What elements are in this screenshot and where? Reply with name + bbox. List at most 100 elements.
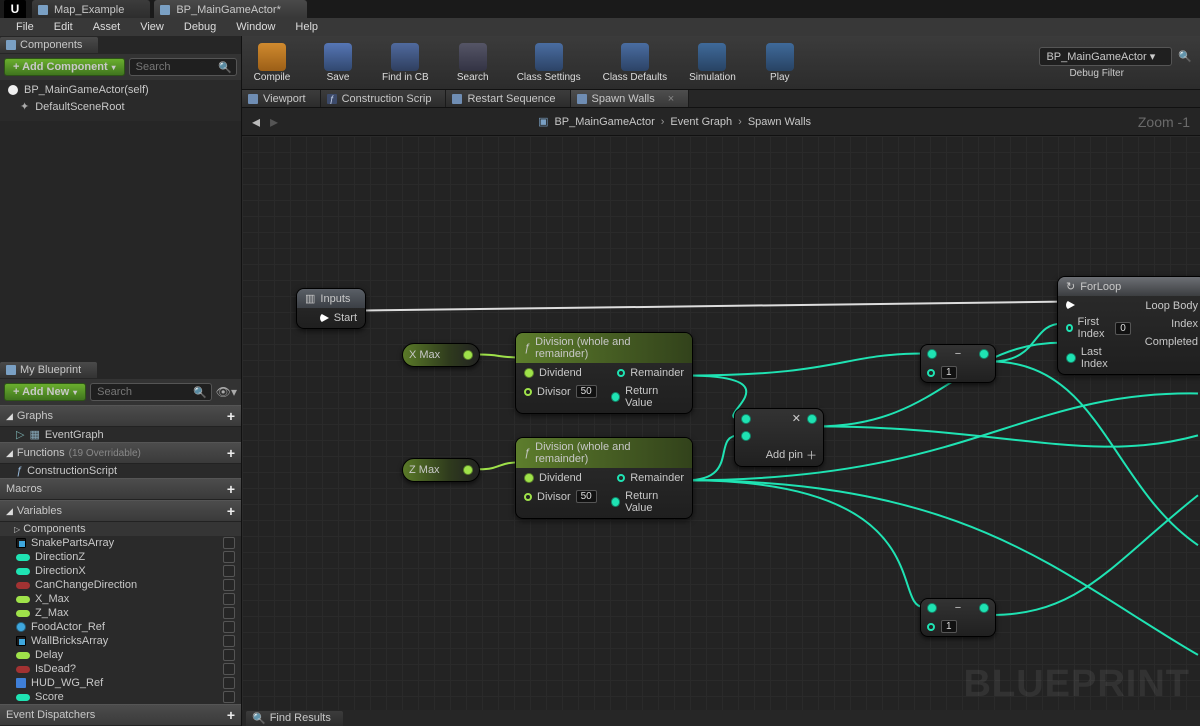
view-options-icon[interactable]: 👁▾ bbox=[216, 385, 237, 399]
var-x-max[interactable]: X_Max bbox=[0, 592, 241, 606]
doc-tab-bp[interactable]: BP_MainGameActor* bbox=[154, 0, 307, 18]
var-snakepartsarray[interactable]: SnakePartsArray bbox=[0, 536, 241, 550]
add-macro-icon[interactable]: + bbox=[227, 481, 235, 497]
var-score[interactable]: Score bbox=[0, 690, 241, 704]
add-variable-icon[interactable]: + bbox=[227, 503, 235, 519]
divisor-pin[interactable] bbox=[524, 388, 532, 396]
breadcrumb[interactable]: ▣ BP_MainGameActor› Event Graph› Spawn W… bbox=[538, 115, 811, 128]
tool-class-settings[interactable]: Class Settings bbox=[517, 43, 581, 83]
doc-tab-map[interactable]: Map_Example bbox=[32, 0, 150, 18]
blueprint-graph-canvas[interactable]: ▥Inputs Start X Max Z Max ƒDivision (who… bbox=[242, 136, 1200, 710]
debug-object-combo[interactable]: BP_MainGameActor ▾ bbox=[1039, 47, 1172, 66]
add-component-button[interactable]: + Add Component▾ bbox=[4, 58, 125, 76]
return-pin[interactable] bbox=[611, 497, 620, 507]
find-results-tab[interactable]: 🔍Find Results bbox=[246, 711, 343, 726]
int-out-pin[interactable] bbox=[979, 603, 989, 613]
var-visibility-toggle[interactable] bbox=[223, 649, 235, 661]
node-make-array[interactable]: ✕ Add pin＋ bbox=[734, 408, 824, 467]
float-out-pin[interactable] bbox=[463, 350, 473, 360]
var-visibility-toggle[interactable] bbox=[223, 663, 235, 675]
tool-class-defaults[interactable]: Class Defaults bbox=[603, 43, 667, 83]
divisor-input[interactable]: 50 bbox=[576, 490, 597, 503]
dividend-pin[interactable] bbox=[524, 368, 534, 378]
last-index-pin[interactable] bbox=[1066, 353, 1076, 363]
close-icon[interactable]: × bbox=[668, 93, 674, 105]
add-graph-icon[interactable]: + bbox=[227, 408, 235, 424]
first-index-input[interactable]: 0 bbox=[1115, 322, 1131, 335]
remainder-pin[interactable] bbox=[617, 474, 625, 482]
node-var-xmax[interactable]: X Max bbox=[402, 343, 480, 367]
category-event-dispatchers[interactable]: Event Dispatchers+ bbox=[0, 704, 241, 726]
node-division-2[interactable]: ƒDivision (whole and remainder) Dividend… bbox=[515, 437, 693, 519]
array-pin-1[interactable] bbox=[741, 431, 751, 441]
var-visibility-toggle[interactable] bbox=[223, 691, 235, 703]
node-var-zmax[interactable]: Z Max bbox=[402, 458, 480, 482]
tool-play[interactable]: Play bbox=[758, 43, 802, 83]
var-canchangedirection[interactable]: CanChangeDirection bbox=[0, 578, 241, 592]
first-index-pin[interactable] bbox=[1066, 324, 1073, 332]
int-out-pin[interactable] bbox=[979, 349, 989, 359]
return-pin[interactable] bbox=[611, 392, 620, 402]
array-out-pin[interactable] bbox=[807, 414, 817, 424]
var-hud-wg-ref[interactable]: HUD_WG_Ref bbox=[0, 676, 241, 690]
category-variables[interactable]: ◢Variables+ bbox=[0, 500, 241, 522]
var-visibility-toggle[interactable] bbox=[223, 551, 235, 563]
var-foodactor-ref[interactable]: FoodActor_Ref bbox=[0, 620, 241, 634]
menu-file[interactable]: File bbox=[6, 19, 44, 35]
dividend-pin[interactable] bbox=[524, 473, 534, 483]
int-in-pin[interactable] bbox=[927, 623, 935, 631]
var-wallbricksarray[interactable]: WallBricksArray bbox=[0, 634, 241, 648]
menu-asset[interactable]: Asset bbox=[83, 19, 131, 35]
array-pin-0[interactable] bbox=[741, 414, 751, 424]
var-visibility-toggle[interactable] bbox=[223, 621, 235, 633]
add-function-icon[interactable]: + bbox=[227, 445, 235, 461]
graph-tab-spawn-walls[interactable]: Spawn Walls× bbox=[571, 90, 690, 107]
components-panel-tab[interactable]: Components bbox=[0, 36, 241, 54]
var-visibility-toggle[interactable] bbox=[223, 677, 235, 689]
add-dispatcher-icon[interactable]: + bbox=[227, 707, 235, 723]
menu-view[interactable]: View bbox=[130, 19, 174, 35]
var-visibility-toggle[interactable] bbox=[223, 537, 235, 549]
components-search-input[interactable]: Search 🔍 bbox=[129, 58, 237, 76]
divisor-input[interactable]: 50 bbox=[576, 385, 597, 398]
item-constructionscript[interactable]: ƒConstructionScript bbox=[0, 464, 241, 478]
nav-fwd-icon[interactable]: ▸ bbox=[270, 112, 278, 132]
var-visibility-toggle[interactable] bbox=[223, 635, 235, 647]
tool-compile[interactable]: Compile bbox=[250, 43, 294, 83]
tool-save[interactable]: Save bbox=[316, 43, 360, 83]
my-blueprint-panel-tab[interactable]: My Blueprint bbox=[0, 361, 241, 379]
exec-out-pin[interactable] bbox=[320, 313, 329, 323]
nav-back-icon[interactable]: ◂ bbox=[252, 112, 260, 132]
subcategory-components[interactable]: ▷ Components bbox=[0, 522, 241, 536]
node-forloop[interactable]: ↻ForLoop First Index0 Last Index Loop Bo… bbox=[1057, 276, 1200, 375]
exec-in-pin[interactable] bbox=[1066, 300, 1075, 310]
menu-debug[interactable]: Debug bbox=[174, 19, 226, 35]
tool-search[interactable]: Search bbox=[451, 43, 495, 83]
var-z-max[interactable]: Z_Max bbox=[0, 606, 241, 620]
blueprint-search-input[interactable]: Search 🔍 bbox=[90, 383, 212, 401]
int-in-pin[interactable] bbox=[927, 369, 935, 377]
category-graphs[interactable]: ◢Graphs+ bbox=[0, 405, 241, 427]
literal-input[interactable]: 1 bbox=[941, 366, 957, 379]
node-inputs[interactable]: ▥Inputs Start bbox=[296, 288, 366, 329]
category-macros[interactable]: Macros+ bbox=[0, 478, 241, 500]
find-debug-icon[interactable]: 🔍 bbox=[1178, 50, 1192, 63]
var-directionz[interactable]: DirectionZ bbox=[0, 550, 241, 564]
add-pin-icon[interactable]: ＋ bbox=[806, 447, 817, 463]
add-pin-label[interactable]: Add pin bbox=[766, 449, 803, 461]
remainder-pin[interactable] bbox=[617, 369, 625, 377]
var-visibility-toggle[interactable] bbox=[223, 565, 235, 577]
var-visibility-toggle[interactable] bbox=[223, 579, 235, 591]
graph-tab-restart-sequence[interactable]: Restart Sequence bbox=[446, 90, 570, 107]
tool-simulation[interactable]: Simulation bbox=[689, 43, 736, 83]
float-out-pin[interactable] bbox=[463, 465, 473, 475]
var-isdead-[interactable]: IsDead? bbox=[0, 662, 241, 676]
int-in-pin[interactable] bbox=[927, 349, 937, 359]
node-subtract-2[interactable]: − 1 bbox=[920, 598, 996, 637]
menu-help[interactable]: Help bbox=[285, 19, 328, 35]
graph-tab-viewport[interactable]: Viewport bbox=[242, 90, 321, 107]
tool-find-in-cb[interactable]: Find in CB bbox=[382, 43, 429, 83]
menu-window[interactable]: Window bbox=[226, 19, 285, 35]
var-visibility-toggle[interactable] bbox=[223, 607, 235, 619]
component-self[interactable]: BP_MainGameActor(self) bbox=[2, 82, 241, 98]
